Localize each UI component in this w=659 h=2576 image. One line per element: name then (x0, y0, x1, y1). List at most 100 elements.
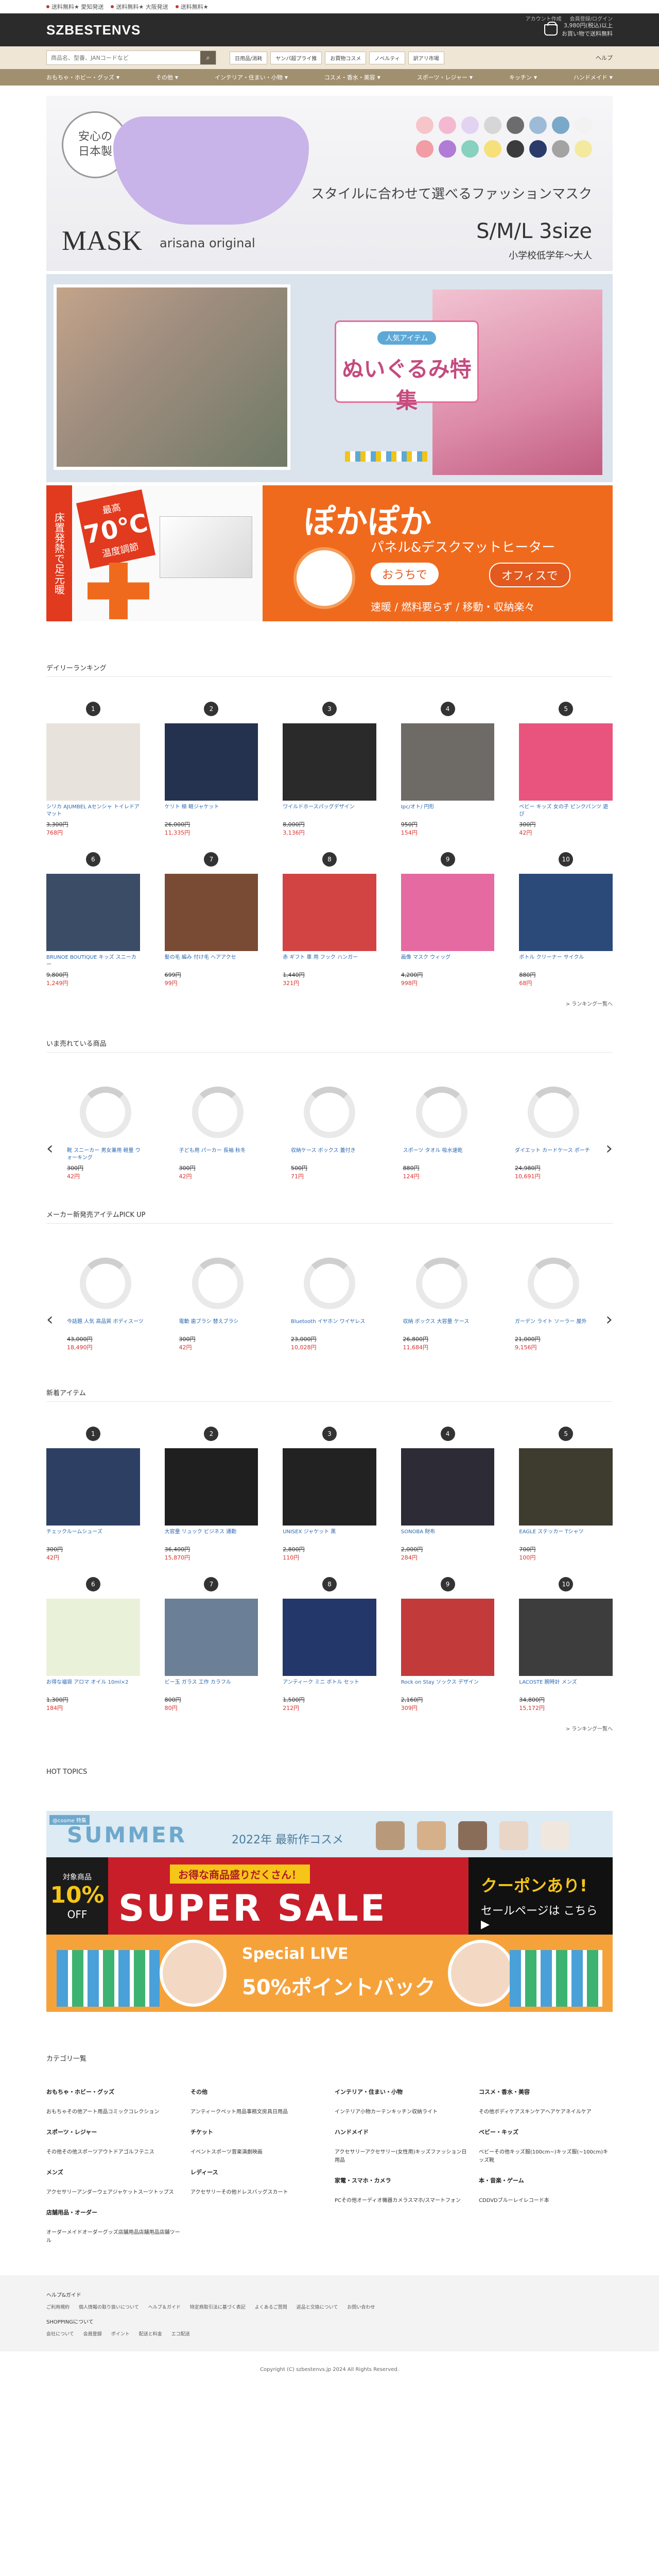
product-card[interactable]: スポーツ タオル 吸水速乾 880円 124円 (403, 1081, 480, 1180)
category-link[interactable]: アクセサリー (46, 2190, 77, 2195)
category-heading[interactable]: その他 (190, 2088, 324, 2096)
category-link[interactable]: イベント (190, 2149, 211, 2155)
category-link[interactable]: 本 (544, 2198, 549, 2204)
create-account-link[interactable]: アカウント作成 (526, 14, 562, 22)
product-card[interactable]: 4 Ipc/オト/ 円形 950円 154円 (401, 702, 495, 837)
category-link[interactable]: オーダーグッズ (82, 2230, 118, 2235)
footer-link[interactable]: 配送と料金 (139, 2330, 162, 2337)
footer-link[interactable]: 会社について (46, 2330, 74, 2337)
category-link[interactable]: キッズ服(~100cm) (557, 2149, 603, 2155)
nav-item[interactable]: キッチン ▼ (509, 73, 537, 81)
category-link[interactable]: 日用品 (272, 2109, 288, 2115)
category-link[interactable]: スマホ/スマートフォン (408, 2198, 461, 2204)
footer-link[interactable]: エコ配送 (171, 2330, 190, 2337)
footer-link[interactable]: 特定商取引法に基づく表記 (190, 2303, 246, 2310)
category-link[interactable]: スポーツ (211, 2149, 232, 2155)
product-card[interactable]: ガーデン ライト ソーラー 屋外 21,000円 9,156円 (515, 1252, 592, 1351)
super-sale-banner[interactable]: 対象商品 10% OFF お得な商品盛りだくさん！ SUPER SALE クーポ… (46, 1857, 613, 1935)
category-link[interactable]: カーテン (371, 2109, 391, 2115)
product-card[interactable]: 9 画像 マスク ウィッグ 4,200円 998円 (401, 852, 495, 987)
footer-link[interactable]: よくあるご質問 (255, 2303, 287, 2310)
category-link[interactable]: ボディケア (494, 2109, 519, 2115)
category-link[interactable]: その他 (479, 2109, 494, 2115)
quick-tag[interactable]: ヤンパ超プライ推 (270, 51, 322, 64)
category-link[interactable]: トップス (153, 2190, 174, 2195)
category-link[interactable]: インテリア小物 (335, 2109, 371, 2115)
category-link[interactable]: レコード (524, 2198, 544, 2204)
product-card[interactable]: ダイエット カードケース ポーチ 24,980円 10,691円 (515, 1081, 592, 1180)
category-link[interactable]: DVD (487, 2198, 498, 2204)
product-card[interactable]: 2 大容量 リュック ビジネス 通勤 36,400円 15,870円 (164, 1427, 258, 1562)
product-card[interactable]: 7 ビー玉 ガラス 工作 カラフル 800円 80円 (164, 1577, 258, 1712)
quick-tag[interactable]: 日用品/消耗 (230, 51, 268, 64)
category-link[interactable]: ベビー (479, 2149, 494, 2155)
nav-item[interactable]: その他 ▼ (156, 73, 178, 81)
nav-item[interactable]: ハンドメイド ▼ (574, 73, 613, 81)
help-link[interactable]: ヘルプ (596, 54, 613, 62)
chevron-left-icon[interactable]: ‹ (46, 1309, 54, 1330)
category-link[interactable]: キッズ (415, 2149, 430, 2155)
category-heading[interactable]: チケット (190, 2128, 324, 2136)
product-card[interactable]: 5 ベビー キッズ 女の子 ピンクパンツ 遊び 300円 42円 (519, 702, 613, 837)
category-link[interactable]: アウトドア (98, 2149, 124, 2155)
category-heading[interactable]: 店舗用品・オーダー (46, 2208, 180, 2216)
category-heading[interactable]: ベビー・キッズ (479, 2128, 613, 2136)
footer-link[interactable]: 会員登録 (83, 2330, 102, 2337)
nav-item[interactable]: おもちゃ・ホビー・グッズ ▼ (46, 73, 119, 81)
chevron-right-icon[interactable]: › (605, 1138, 613, 1159)
category-link[interactable]: ゴルフ (124, 2149, 139, 2155)
category-link[interactable]: 映画 (252, 2149, 263, 2155)
login-link[interactable]: 会員登録/ログイン (570, 14, 613, 22)
chevron-right-icon[interactable]: › (605, 1309, 613, 1330)
category-heading[interactable]: メンズ (46, 2168, 180, 2176)
category-link[interactable]: テニス (139, 2149, 154, 2155)
category-heading[interactable]: 本・音楽・ゲーム (479, 2176, 613, 2184)
product-card[interactable]: 電動 歯ブラシ 替えブラシ 300円 42円 (179, 1252, 256, 1351)
plush-banner[interactable]: 人気アイテム ぬいぐるみ特集 (46, 274, 613, 482)
category-link[interactable]: バッグ (252, 2190, 268, 2195)
category-heading[interactable]: おもちゃ・ホビー・グッズ (46, 2088, 180, 2096)
product-card[interactable]: Bluetooth イヤホン ワイヤレス 23,000円 10,028円 (291, 1252, 368, 1351)
category-link[interactable]: ネイルケア (566, 2109, 592, 2115)
nav-item[interactable]: コスメ・香水・美容 ▼ (324, 73, 380, 81)
product-card[interactable]: 収納 ボックス 大容量 ケース 26,800円 11,684円 (403, 1252, 480, 1351)
mask-banner[interactable]: 安心の 日本製 スタイルに合わせて選べるファッションマスク MASK arisa… (46, 96, 613, 271)
category-link[interactable]: その他 (67, 2109, 82, 2115)
product-card[interactable]: 7 髪の毛 編み 付け毛 ヘアアクセ 699円 99円 (164, 852, 258, 987)
category-link[interactable]: その他 (494, 2149, 510, 2155)
product-card[interactable]: 6 お得な福袋 アロマ オイル 10ml×2 1,300円 184円 (46, 1577, 140, 1712)
footer-link[interactable]: ご利用規約 (46, 2303, 70, 2310)
category-link[interactable]: 店舗用品 (118, 2230, 139, 2235)
category-link[interactable]: ファッション (430, 2149, 461, 2155)
chevron-left-icon[interactable]: ‹ (46, 1138, 54, 1159)
product-card[interactable]: 9 Rock on Stay ソックス デザイン 2,160円 309円 (401, 1577, 495, 1712)
ranking-list-link[interactable]: > ランキング一覧へ (46, 999, 613, 1007)
category-link[interactable]: アンダーウェア (77, 2190, 112, 2195)
category-link[interactable]: ブルーレイ (498, 2198, 524, 2204)
product-card[interactable]: 8 アンティーク ミニ ボトル セット 1,500円 212円 (283, 1577, 376, 1712)
category-link[interactable]: その他スポーツ (62, 2149, 98, 2155)
product-card[interactable]: 子ども用 パーカー 長袖 秋冬 300円 42円 (179, 1081, 256, 1180)
category-link[interactable]: ペット用品 (221, 2109, 247, 2115)
category-link[interactable]: ドレス (237, 2190, 252, 2195)
footer-link[interactable]: 個人情報の取り扱いについて (79, 2303, 139, 2310)
category-link[interactable]: スキンケア (519, 2109, 545, 2115)
category-link[interactable]: オーディオ機器 (357, 2198, 392, 2204)
category-link[interactable]: 音楽 (232, 2149, 242, 2155)
quick-tag[interactable]: ノベルティ (369, 51, 405, 64)
product-card[interactable]: 1 シリカ AJUMBEL Aセンシャ トイレドアマット 3,300円 768円 (46, 702, 140, 837)
product-card[interactable]: 靴 スニーカー 男女兼用 軽量 ウォーキング 300円 42円 (67, 1081, 144, 1180)
category-heading[interactable]: インテリア・住まい・小物 (335, 2088, 469, 2096)
category-link[interactable]: 収納 (412, 2109, 422, 2115)
product-card[interactable]: 8 赤 ギフト 車 用 フック ハンガー 1,440円 321円 (283, 852, 376, 987)
category-link[interactable]: その他 (221, 2190, 237, 2195)
category-link[interactable]: アクセサリー(女性用) (365, 2149, 415, 2155)
quick-tag[interactable]: 訳アリ市場 (408, 51, 444, 64)
category-link[interactable]: 事務 (247, 2109, 257, 2115)
category-link[interactable]: CD (479, 2198, 487, 2204)
category-link[interactable]: キッチン (391, 2109, 412, 2115)
product-card[interactable]: 1 チェックルームシューズ 300円 42円 (46, 1427, 140, 1562)
category-link[interactable]: スカート (268, 2190, 288, 2195)
cart-button[interactable]: 3,980円(税込)以上 お買い物で送料無料 (544, 22, 613, 39)
quick-tag[interactable]: お買物コスメ (325, 51, 367, 64)
